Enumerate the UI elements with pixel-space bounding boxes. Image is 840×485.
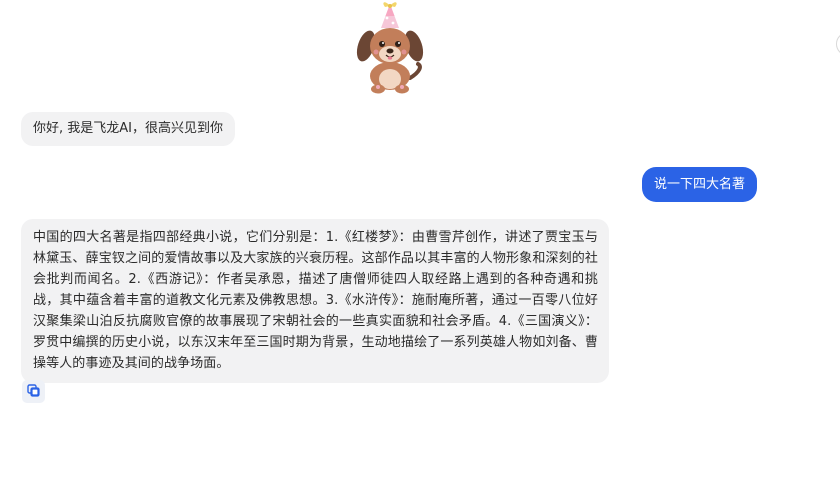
scroll-top-button[interactable] bbox=[836, 32, 840, 56]
chat-page: 你好, 我是飞龙AI，很高兴见到你 说一下四大名著 中国的四大名著是指四部经典小… bbox=[0, 0, 840, 485]
puppy-mascot-icon bbox=[352, 0, 428, 96]
copy-icon bbox=[27, 382, 40, 401]
user-message: 说一下四大名著 bbox=[641, 167, 757, 202]
copy-button[interactable] bbox=[22, 380, 45, 403]
bot-answer-message: 中国的四大名著是指四部经典小说，它们分别是：1.《红楼梦》：由曹雪芹创作，讲述了… bbox=[21, 219, 609, 383]
greeting-message: 你好, 我是飞龙AI，很高兴见到你 bbox=[21, 112, 235, 146]
